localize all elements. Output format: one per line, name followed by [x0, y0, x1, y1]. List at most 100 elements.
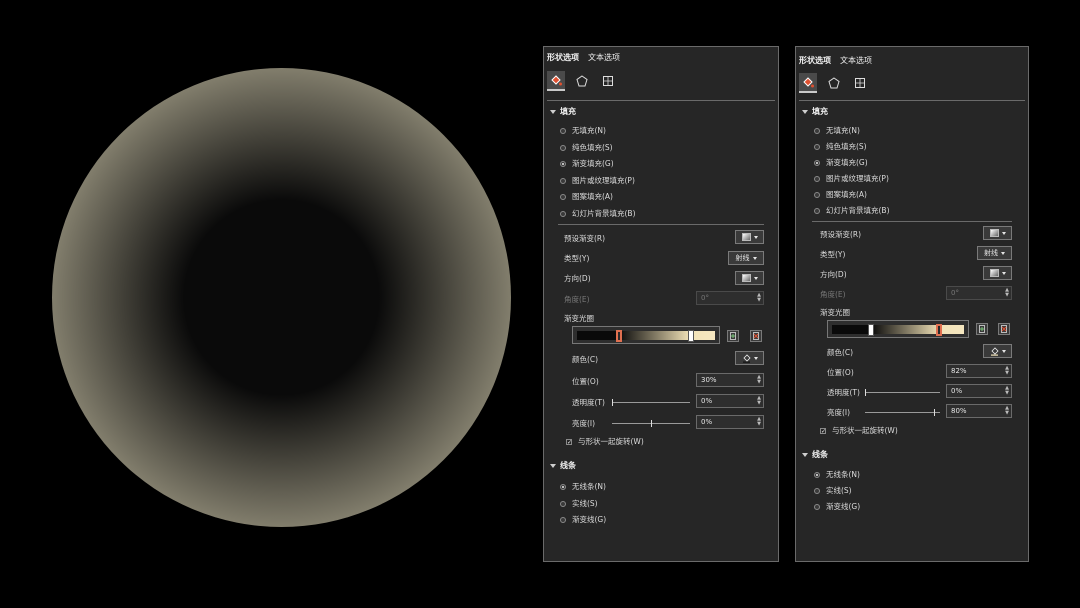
- color-picker-dropdown[interactable]: [735, 351, 764, 365]
- gradient-swatch-icon: [989, 229, 999, 237]
- radio-solid-fill[interactable]: 纯色填充(S): [560, 142, 613, 153]
- position-label: 位置(O): [572, 377, 599, 386]
- type-dropdown[interactable]: 射线: [728, 251, 764, 265]
- gradient-stop-selected[interactable]: [936, 324, 942, 336]
- category-icons: [799, 73, 869, 93]
- brightness-spinner[interactable]: 80% ▲ ▼: [946, 404, 1012, 418]
- tab-shape-options[interactable]: 形状选项: [547, 52, 579, 63]
- radio-picture-fill[interactable]: 图片或纹理填充(P): [814, 173, 889, 184]
- spinner-arrows-icon[interactable]: ▲ ▼: [757, 293, 761, 303]
- tab-shape-options[interactable]: 形状选项: [799, 55, 831, 66]
- gradient-stops-bar[interactable]: [827, 320, 969, 338]
- type-label: 类型(Y): [820, 250, 846, 259]
- angle-spinner[interactable]: 0° ▲ ▼: [696, 291, 764, 305]
- radio-pattern-fill[interactable]: 图案填充(A): [560, 191, 613, 202]
- spinner-arrows-icon[interactable]: ▲ ▼: [1005, 366, 1009, 376]
- angle-spinner[interactable]: 0° ▲ ▼: [946, 286, 1012, 300]
- collapse-triangle-icon: [802, 452, 808, 457]
- radio-no-fill[interactable]: 无填充(N): [560, 125, 606, 136]
- radio-no-line[interactable]: 无线条(N): [814, 469, 860, 480]
- rotate-with-shape-checkbox[interactable]: ✓ 与形状一起旋转(W): [566, 436, 644, 447]
- gradient-swatch-icon: [989, 269, 999, 277]
- brightness-slider-thumb[interactable]: [651, 420, 652, 427]
- fill-section-header[interactable]: 填充: [550, 106, 576, 117]
- radio-no-fill[interactable]: 无填充(N): [814, 125, 860, 136]
- tab-text-options[interactable]: 文本选项: [588, 52, 620, 63]
- radio-picture-fill[interactable]: 图片或纹理填充(P): [560, 175, 635, 186]
- tab-text-options[interactable]: 文本选项: [840, 55, 872, 66]
- remove-gradient-stop-button[interactable]: [998, 323, 1010, 335]
- remove-gradient-stop-button[interactable]: [750, 330, 762, 342]
- rotate-with-shape-checkbox[interactable]: ✓ 与形状一起旋转(W): [820, 425, 898, 436]
- radio-gradient-fill[interactable]: 渐变填充(G): [814, 157, 868, 168]
- chevron-down-icon: [753, 356, 758, 360]
- collapse-triangle-icon: [802, 109, 808, 114]
- radio-solid-line[interactable]: 实线(S): [814, 485, 852, 496]
- spinner-arrows-icon[interactable]: ▲ ▼: [1005, 406, 1009, 416]
- line-section-header[interactable]: 线条: [550, 460, 576, 471]
- gradient-stop[interactable]: [688, 330, 694, 342]
- radio-gradient-line[interactable]: 渐变线(G): [560, 514, 606, 525]
- gradient-preview: [577, 331, 715, 340]
- effects-pentagon-icon[interactable]: [573, 72, 591, 90]
- radio-solid-fill[interactable]: 纯色填充(S): [814, 141, 867, 152]
- direction-dropdown[interactable]: [983, 266, 1012, 280]
- position-spinner[interactable]: 82% ▲ ▼: [946, 364, 1012, 378]
- radio-solid-line[interactable]: 实线(S): [560, 498, 598, 509]
- position-label: 位置(O): [827, 368, 854, 377]
- line-section-header[interactable]: 线条: [802, 449, 828, 460]
- radio-gradient-line[interactable]: 渐变线(G): [814, 501, 860, 512]
- radio-gradient-fill[interactable]: 渐变填充(G): [560, 158, 614, 169]
- preset-gradient-dropdown[interactable]: [735, 230, 764, 244]
- effects-pentagon-icon[interactable]: [825, 74, 843, 92]
- transparency-slider[interactable]: [612, 402, 690, 403]
- fill-section-header[interactable]: 填充: [802, 106, 828, 117]
- spinner-arrows-icon[interactable]: ▲ ▼: [757, 417, 761, 427]
- transparency-label: 透明度(T): [827, 388, 860, 397]
- color-label: 颜色(C): [572, 355, 599, 364]
- collapse-triangle-icon: [550, 463, 556, 468]
- preset-gradient-label: 预设渐变(R): [820, 230, 862, 239]
- fill-line-icon[interactable]: [547, 71, 565, 91]
- preset-gradient-dropdown[interactable]: [983, 226, 1012, 240]
- direction-dropdown[interactable]: [735, 271, 764, 285]
- divider: [547, 100, 775, 101]
- type-dropdown[interactable]: 射线: [977, 246, 1012, 260]
- add-gradient-stop-button[interactable]: [727, 330, 739, 342]
- spinner-arrows-icon[interactable]: ▲ ▼: [1005, 386, 1009, 396]
- brightness-label: 亮度(I): [827, 408, 851, 417]
- add-gradient-stop-button[interactable]: [976, 323, 988, 335]
- chevron-down-icon: [1001, 251, 1005, 255]
- spinner-arrows-icon[interactable]: ▲ ▼: [757, 375, 761, 385]
- color-picker-dropdown[interactable]: [983, 344, 1012, 358]
- radio-no-line[interactable]: 无线条(N): [560, 481, 606, 492]
- brightness-slider-thumb[interactable]: [934, 409, 935, 416]
- transparency-spinner[interactable]: 0% ▲ ▼: [696, 394, 764, 408]
- paint-bucket-icon: [742, 353, 751, 363]
- chevron-down-icon: [753, 276, 758, 280]
- brightness-spinner[interactable]: 0% ▲ ▼: [696, 415, 764, 429]
- radial-gradient-circle-preview: [52, 68, 511, 527]
- spinner-arrows-icon[interactable]: ▲ ▼: [757, 396, 761, 406]
- gradient-swatch-icon: [741, 274, 751, 282]
- chevron-down-icon: [1001, 349, 1006, 353]
- radio-slide-background-fill[interactable]: 幻灯片背景填充(B): [560, 208, 636, 219]
- transparency-slider[interactable]: [865, 392, 940, 393]
- transparency-slider-thumb[interactable]: [612, 399, 613, 406]
- radio-slide-background-fill[interactable]: 幻灯片背景填充(B): [814, 205, 890, 216]
- transparency-spinner[interactable]: 0% ▲ ▼: [946, 384, 1012, 398]
- fill-line-icon[interactable]: [799, 73, 817, 93]
- size-properties-icon[interactable]: [599, 72, 617, 90]
- gradient-stops-bar[interactable]: [572, 326, 720, 344]
- radio-pattern-fill[interactable]: 图案填充(A): [814, 189, 867, 200]
- gradient-stop-selected[interactable]: [616, 330, 622, 342]
- transparency-slider-thumb[interactable]: [865, 389, 866, 396]
- color-label: 颜色(C): [827, 348, 854, 357]
- gradient-stop[interactable]: [868, 324, 874, 336]
- brightness-slider[interactable]: [865, 412, 940, 413]
- size-properties-icon[interactable]: [851, 74, 869, 92]
- position-spinner[interactable]: 30% ▲ ▼: [696, 373, 764, 387]
- pane-tabs: 形状选项 文本选项: [799, 55, 872, 66]
- spinner-arrows-icon[interactable]: ▲ ▼: [1005, 288, 1009, 298]
- chevron-down-icon: [1001, 271, 1006, 275]
